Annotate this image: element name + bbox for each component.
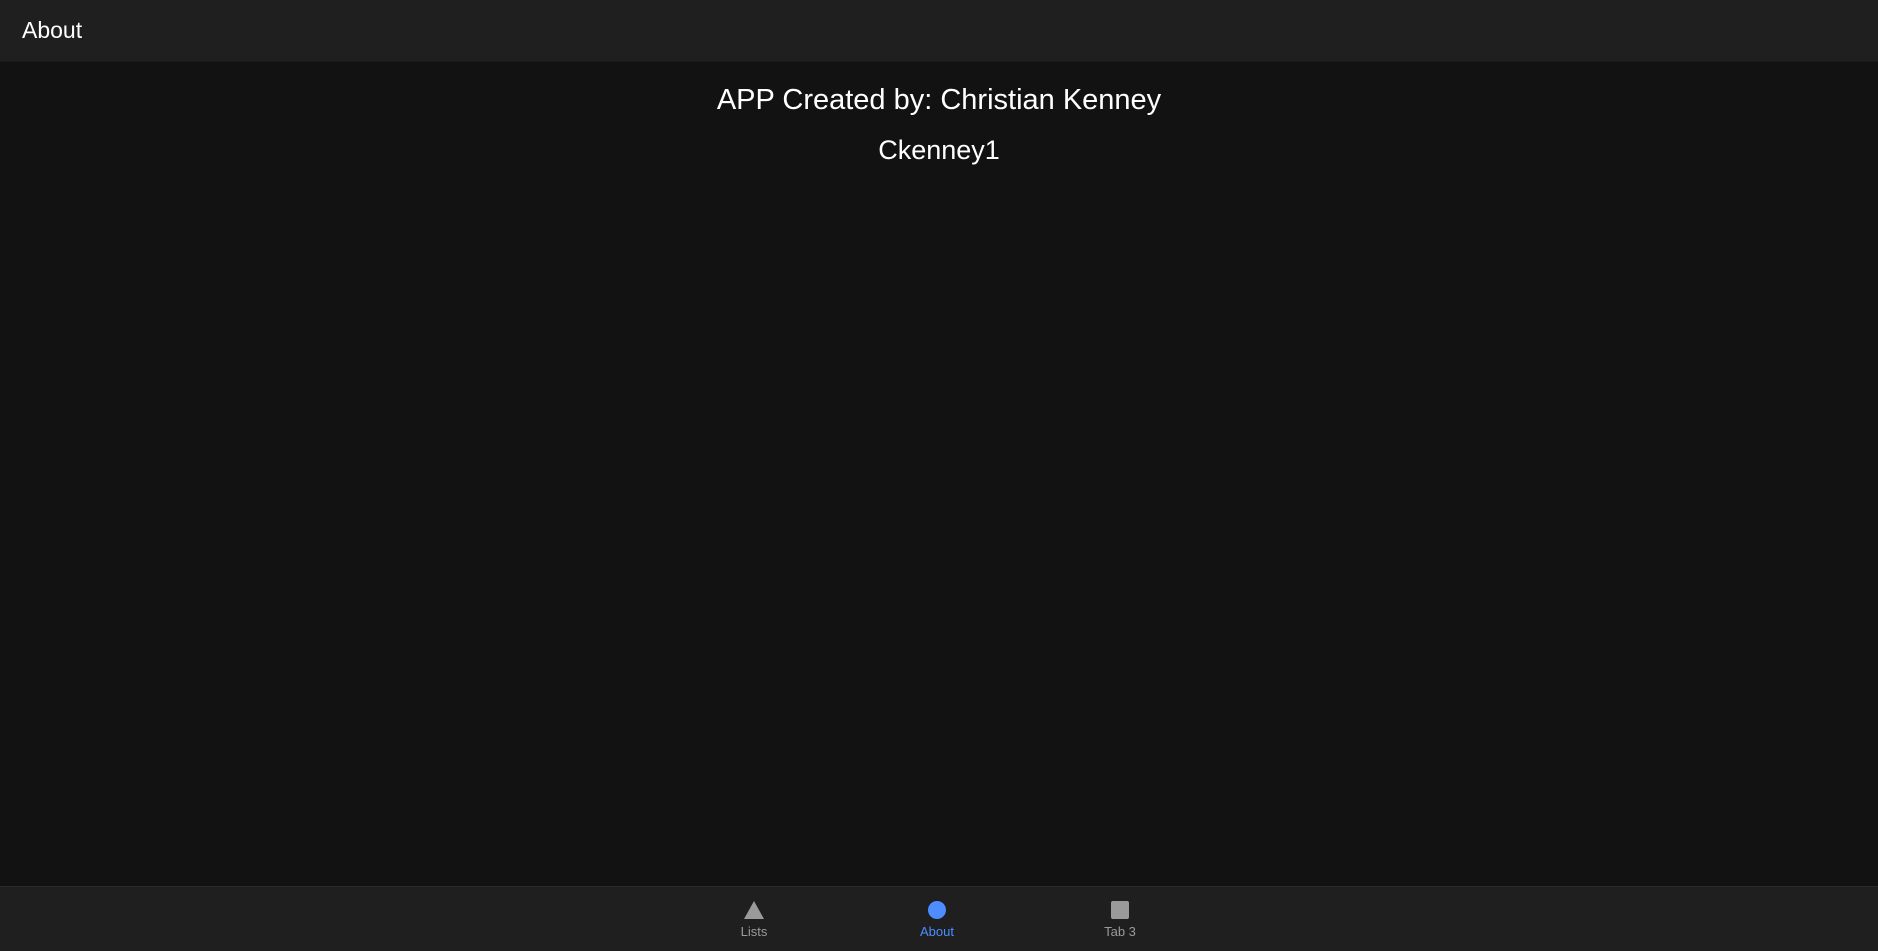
- circle-icon: [926, 899, 948, 921]
- tab-about-label: About: [920, 924, 954, 939]
- username-text: Ckenney1: [878, 135, 1000, 165]
- tab-lists[interactable]: Lists: [684, 887, 824, 951]
- tab-3[interactable]: Tab 3: [1050, 887, 1190, 951]
- tab-bar: Lists About Tab 3: [0, 886, 1878, 951]
- tab-3-label: Tab 3: [1104, 924, 1136, 939]
- triangle-icon: [743, 899, 765, 921]
- toolbar: About: [0, 0, 1878, 62]
- square-icon: [1109, 899, 1131, 921]
- about-content: APP Created by: Christian Kenney Ckenney…: [0, 62, 1878, 886]
- tab-lists-label: Lists: [740, 924, 768, 939]
- creator-text: APP Created by: Christian Kenney: [716, 84, 1162, 116]
- tab-about[interactable]: About: [867, 887, 1007, 951]
- page-title: About: [22, 17, 83, 43]
- app-root: About APP Created by: Christian Kenney C…: [0, 0, 1878, 951]
